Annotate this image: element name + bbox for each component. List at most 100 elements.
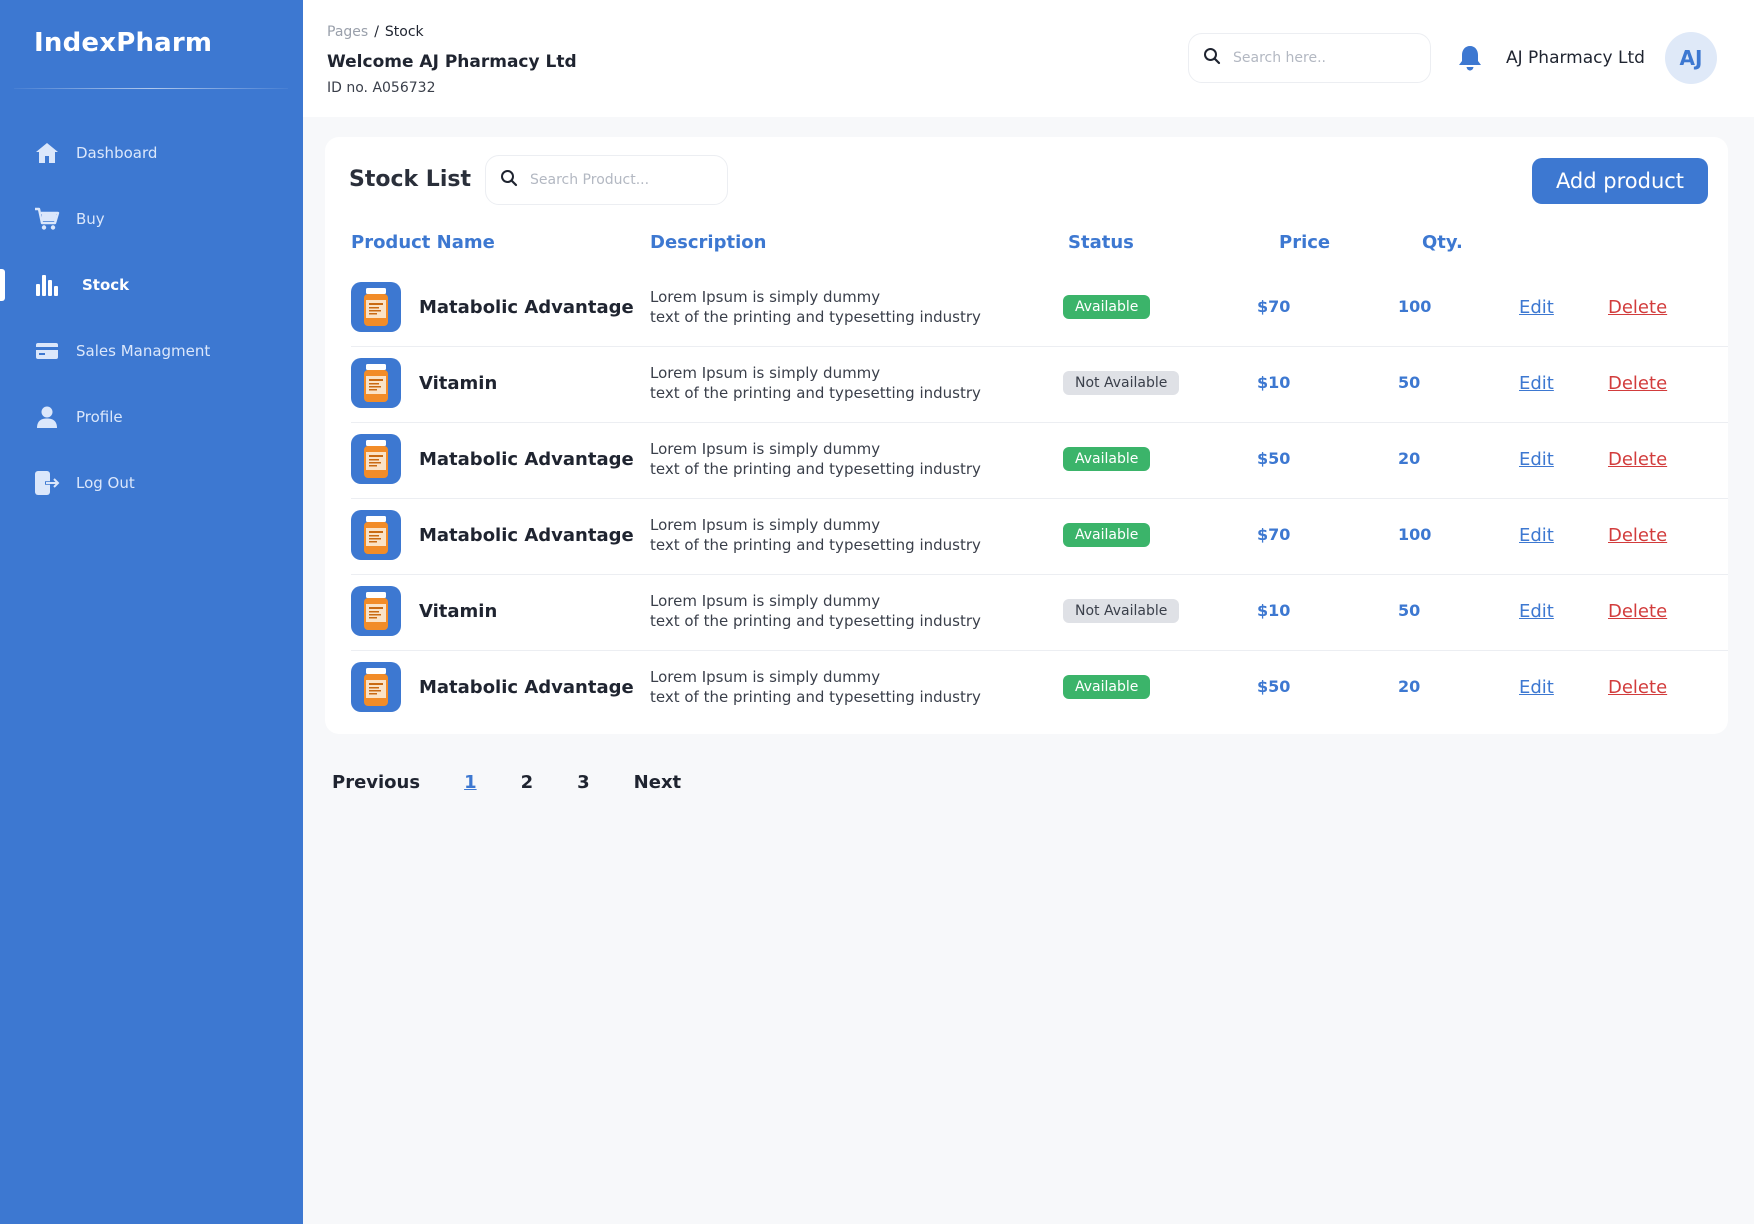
add-product-button[interactable]: Add product: [1532, 158, 1708, 204]
page-3-button[interactable]: 3: [577, 772, 590, 793]
bell-icon[interactable]: [1457, 44, 1483, 72]
status-badge: Available: [1063, 295, 1151, 319]
table-body: Matabolic Advantage Lorem Ipsum is simply…: [351, 271, 1728, 727]
product-qty: 50: [1398, 601, 1421, 620]
sidebar: IndexPharm Dashboard Buy Stock Sales Man…: [0, 0, 303, 1224]
description-line-1: Lorem Ipsum is simply dummy: [650, 668, 881, 686]
product-description: Lorem Ipsum is simply dummy text of the p…: [650, 667, 990, 707]
cart-icon: [34, 206, 60, 232]
status-badge: Not Available: [1063, 599, 1180, 623]
sidebar-item-label: Buy: [76, 210, 105, 228]
description-line-2: text of the printing and typesetting ind…: [650, 612, 981, 630]
next-page-button[interactable]: Next: [634, 772, 682, 793]
card-icon: [34, 338, 60, 364]
product-price: $50: [1257, 449, 1291, 468]
description-line-1: Lorem Ipsum is simply dummy: [650, 364, 881, 382]
product-search-input[interactable]: [530, 172, 700, 188]
sidebar-item-label: Dashboard: [76, 144, 158, 162]
status-badge: Not Available: [1063, 371, 1180, 395]
home-icon: [34, 140, 60, 166]
header-search-input[interactable]: [1233, 50, 1403, 66]
product-description: Lorem Ipsum is simply dummy text of the p…: [650, 439, 990, 479]
edit-link[interactable]: Edit: [1519, 373, 1554, 394]
product-price: $70: [1257, 297, 1291, 316]
table-row: Matabolic Advantage Lorem Ipsum is simply…: [351, 499, 1728, 575]
top-header: Pages / Stock Welcome AJ Pharmacy Ltd ID n…: [303, 0, 1754, 117]
header-search[interactable]: [1188, 33, 1431, 83]
edit-link[interactable]: Edit: [1519, 677, 1554, 698]
delete-link[interactable]: Delete: [1608, 601, 1667, 622]
page-1-button[interactable]: 1: [464, 772, 477, 793]
user-name: AJ Pharmacy Ltd: [1506, 48, 1645, 68]
avatar[interactable]: AJ: [1665, 32, 1717, 84]
description-line-2: text of the printing and typesetting ind…: [650, 460, 981, 478]
product-description: Lorem Ipsum is simply dummy text of the p…: [650, 363, 990, 403]
sidebar-item-buy[interactable]: Buy: [0, 186, 303, 252]
product-description: Lorem Ipsum is simply dummy text of the p…: [650, 287, 990, 327]
product-description: Lorem Ipsum is simply dummy text of the p…: [650, 515, 990, 555]
description-line-2: text of the printing and typesetting ind…: [650, 308, 981, 326]
description-line-1: Lorem Ipsum is simply dummy: [650, 516, 881, 534]
product-thumbnail: [351, 358, 401, 408]
product-price: $10: [1257, 601, 1291, 620]
table-row: Matabolic Advantage Lorem Ipsum is simply…: [351, 423, 1728, 499]
product-thumbnail: [351, 662, 401, 712]
delete-link[interactable]: Delete: [1608, 449, 1667, 470]
delete-link[interactable]: Delete: [1608, 525, 1667, 546]
user-icon: [34, 404, 60, 430]
column-header-qty: Qty.: [1422, 232, 1463, 253]
sidebar-item-label: Sales Managment: [76, 342, 211, 360]
bar-chart-icon: [34, 272, 60, 298]
delete-link[interactable]: Delete: [1608, 297, 1667, 318]
product-description: Lorem Ipsum is simply dummy text of the p…: [650, 591, 990, 631]
previous-page-button[interactable]: Previous: [332, 772, 420, 793]
page-2-button[interactable]: 2: [521, 772, 534, 793]
sidebar-item-stock[interactable]: Stock: [0, 252, 303, 318]
description-line-1: Lorem Ipsum is simply dummy: [650, 440, 881, 458]
page-title: Welcome AJ Pharmacy Ltd: [327, 52, 577, 72]
product-search[interactable]: [485, 155, 728, 205]
logout-icon: [34, 470, 60, 496]
delete-link[interactable]: Delete: [1608, 677, 1667, 698]
status-badge: Available: [1063, 447, 1151, 471]
product-name: Matabolic Advantage: [419, 525, 634, 546]
breadcrumb: Pages / Stock: [327, 24, 424, 40]
search-icon: [1203, 47, 1221, 69]
status-badge: Available: [1063, 523, 1151, 547]
search-icon: [500, 169, 518, 191]
product-thumbnail: [351, 282, 401, 332]
column-header-description: Description: [650, 232, 767, 253]
sidebar-divider: [14, 88, 288, 89]
product-name: Matabolic Advantage: [419, 677, 634, 698]
brand-logo: IndexPharm: [34, 28, 213, 58]
product-thumbnail: [351, 434, 401, 484]
table-row: Vitamin Lorem Ipsum is simply dummy text o…: [351, 575, 1728, 651]
description-line-2: text of the printing and typesetting ind…: [650, 536, 981, 554]
sidebar-item-logout[interactable]: Log Out: [0, 450, 303, 516]
edit-link[interactable]: Edit: [1519, 449, 1554, 470]
sidebar-item-profile[interactable]: Profile: [0, 384, 303, 450]
table-row: Vitamin Lorem Ipsum is simply dummy text o…: [351, 347, 1728, 423]
product-qty: 100: [1398, 297, 1432, 316]
sidebar-item-sales-management[interactable]: Sales Managment: [0, 318, 303, 384]
product-name: Matabolic Advantage: [419, 449, 634, 470]
product-price: $70: [1257, 525, 1291, 544]
pagination: Previous 1 2 3 Next: [332, 772, 681, 793]
product-name: Vitamin: [419, 601, 498, 622]
product-qty: 20: [1398, 449, 1421, 468]
product-thumbnail: [351, 586, 401, 636]
edit-link[interactable]: Edit: [1519, 601, 1554, 622]
edit-link[interactable]: Edit: [1519, 297, 1554, 318]
product-thumbnail: [351, 510, 401, 560]
description-line-2: text of the printing and typesetting ind…: [650, 688, 981, 706]
sidebar-item-label: Profile: [76, 408, 123, 426]
table-row: Matabolic Advantage Lorem Ipsum is simply…: [351, 271, 1728, 347]
breadcrumb-parent[interactable]: Pages: [327, 24, 368, 40]
delete-link[interactable]: Delete: [1608, 373, 1667, 394]
product-price: $50: [1257, 677, 1291, 696]
edit-link[interactable]: Edit: [1519, 525, 1554, 546]
sidebar-item-dashboard[interactable]: Dashboard: [0, 120, 303, 186]
account-id: ID no. A056732: [327, 80, 436, 96]
product-qty: 100: [1398, 525, 1432, 544]
product-qty: 50: [1398, 373, 1421, 392]
